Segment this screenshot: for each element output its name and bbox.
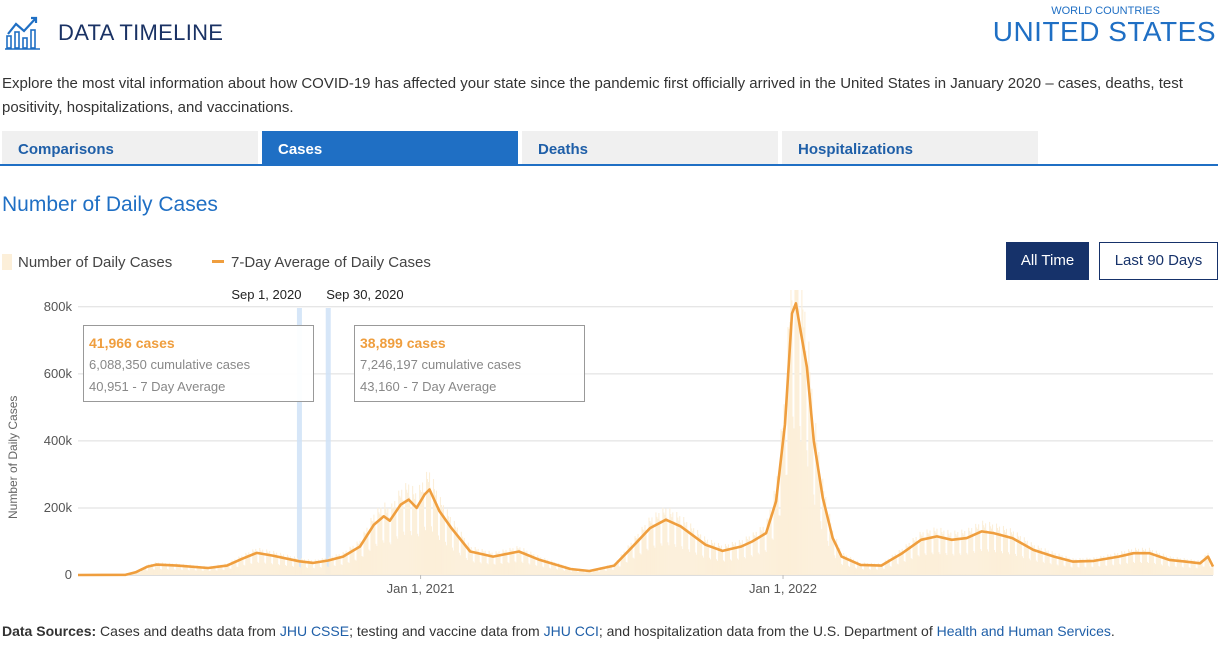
tab-hospitalizations[interactable]: Hospitalizations: [782, 131, 1038, 164]
legend-label-daily-cases: Number of Daily Cases: [18, 254, 173, 271]
tooltip-average: 40,951 - 7 Day Average: [89, 379, 226, 394]
highlight-date-label-sep-30: Sep 30, 2020: [326, 287, 403, 302]
section-title: Number of Daily Cases: [2, 193, 218, 216]
x-tick-label: Jan 1, 2021: [387, 581, 455, 596]
x-tick-label: Jan 1, 2022: [749, 581, 817, 596]
highlight-date-label-sep-1: Sep 1, 2020: [231, 287, 301, 302]
tooltip-sep-1: 41,966 cases 6,088,350 cumulative cases …: [83, 325, 314, 402]
y-axis-label: Number of Daily Cases: [6, 396, 20, 519]
y-tick-label: 0: [65, 567, 72, 582]
last-90-days-button[interactable]: Last 90 Days: [1099, 242, 1218, 280]
tooltip-average: 43,160 - 7 Day Average: [360, 379, 497, 394]
tooltip-cumulative: 6,088,350 cumulative cases: [89, 357, 251, 372]
y-tick-label: 200k: [44, 500, 73, 515]
y-axis-ticks: 0 200k 400k 600k 800k: [44, 299, 73, 582]
jhu-csse-link[interactable]: JHU CSSE: [280, 623, 349, 639]
y-tick-label: 800k: [44, 299, 73, 314]
sources-text: ; and hospitalization data from the U.S.…: [598, 623, 933, 639]
country-name[interactable]: UNITED STATES: [993, 16, 1216, 48]
tab-cases[interactable]: Cases: [262, 131, 518, 164]
legend-item-7day-average[interactable]: 7-Day Average of Daily Cases: [212, 254, 431, 271]
y-tick-label: 600k: [44, 366, 73, 381]
bar-swatch-icon: [2, 254, 12, 270]
tooltip-sep-30: 38,899 cases 7,246,197 cumulative cases …: [354, 325, 585, 402]
all-time-button[interactable]: All Time: [1006, 242, 1089, 280]
hhs-link[interactable]: Health and Human Services: [937, 623, 1111, 639]
sources-text: ; testing and vaccine data from: [349, 623, 540, 639]
tooltip-cumulative: 7,246,197 cumulative cases: [360, 357, 522, 372]
x-axis-ticks: Jan 1, 2021 Jan 1, 2022: [387, 575, 817, 596]
page-title: DATA TIMELINE: [58, 20, 224, 45]
highlight-band: [325, 308, 331, 575]
y-tick-label: 400k: [44, 433, 73, 448]
sources-text: .: [1110, 623, 1115, 639]
sources-prefix: Data Sources:: [2, 623, 97, 639]
chart-logo-icon: [5, 16, 40, 50]
tooltip-cases: 38,899 cases: [360, 335, 446, 351]
tab-comparisons[interactable]: Comparisons: [2, 131, 258, 164]
legend-label-7day-average: 7-Day Average of Daily Cases: [231, 254, 431, 271]
line-swatch-icon: [212, 260, 224, 263]
data-sources: Data Sources: Cases and deaths data from…: [2, 623, 1115, 639]
tooltip-cases: 41,966 cases: [89, 335, 175, 351]
legend-item-daily-cases[interactable]: Number of Daily Cases: [2, 254, 172, 271]
jhu-cci-link[interactable]: JHU CCI: [544, 623, 599, 639]
tab-bar: Comparisons Cases Deaths Hospitalization…: [0, 131, 1218, 166]
tab-deaths[interactable]: Deaths: [522, 131, 778, 164]
intro-text: Explore the most vital information about…: [2, 75, 1183, 116]
sources-text: Cases and deaths data from: [100, 623, 276, 639]
